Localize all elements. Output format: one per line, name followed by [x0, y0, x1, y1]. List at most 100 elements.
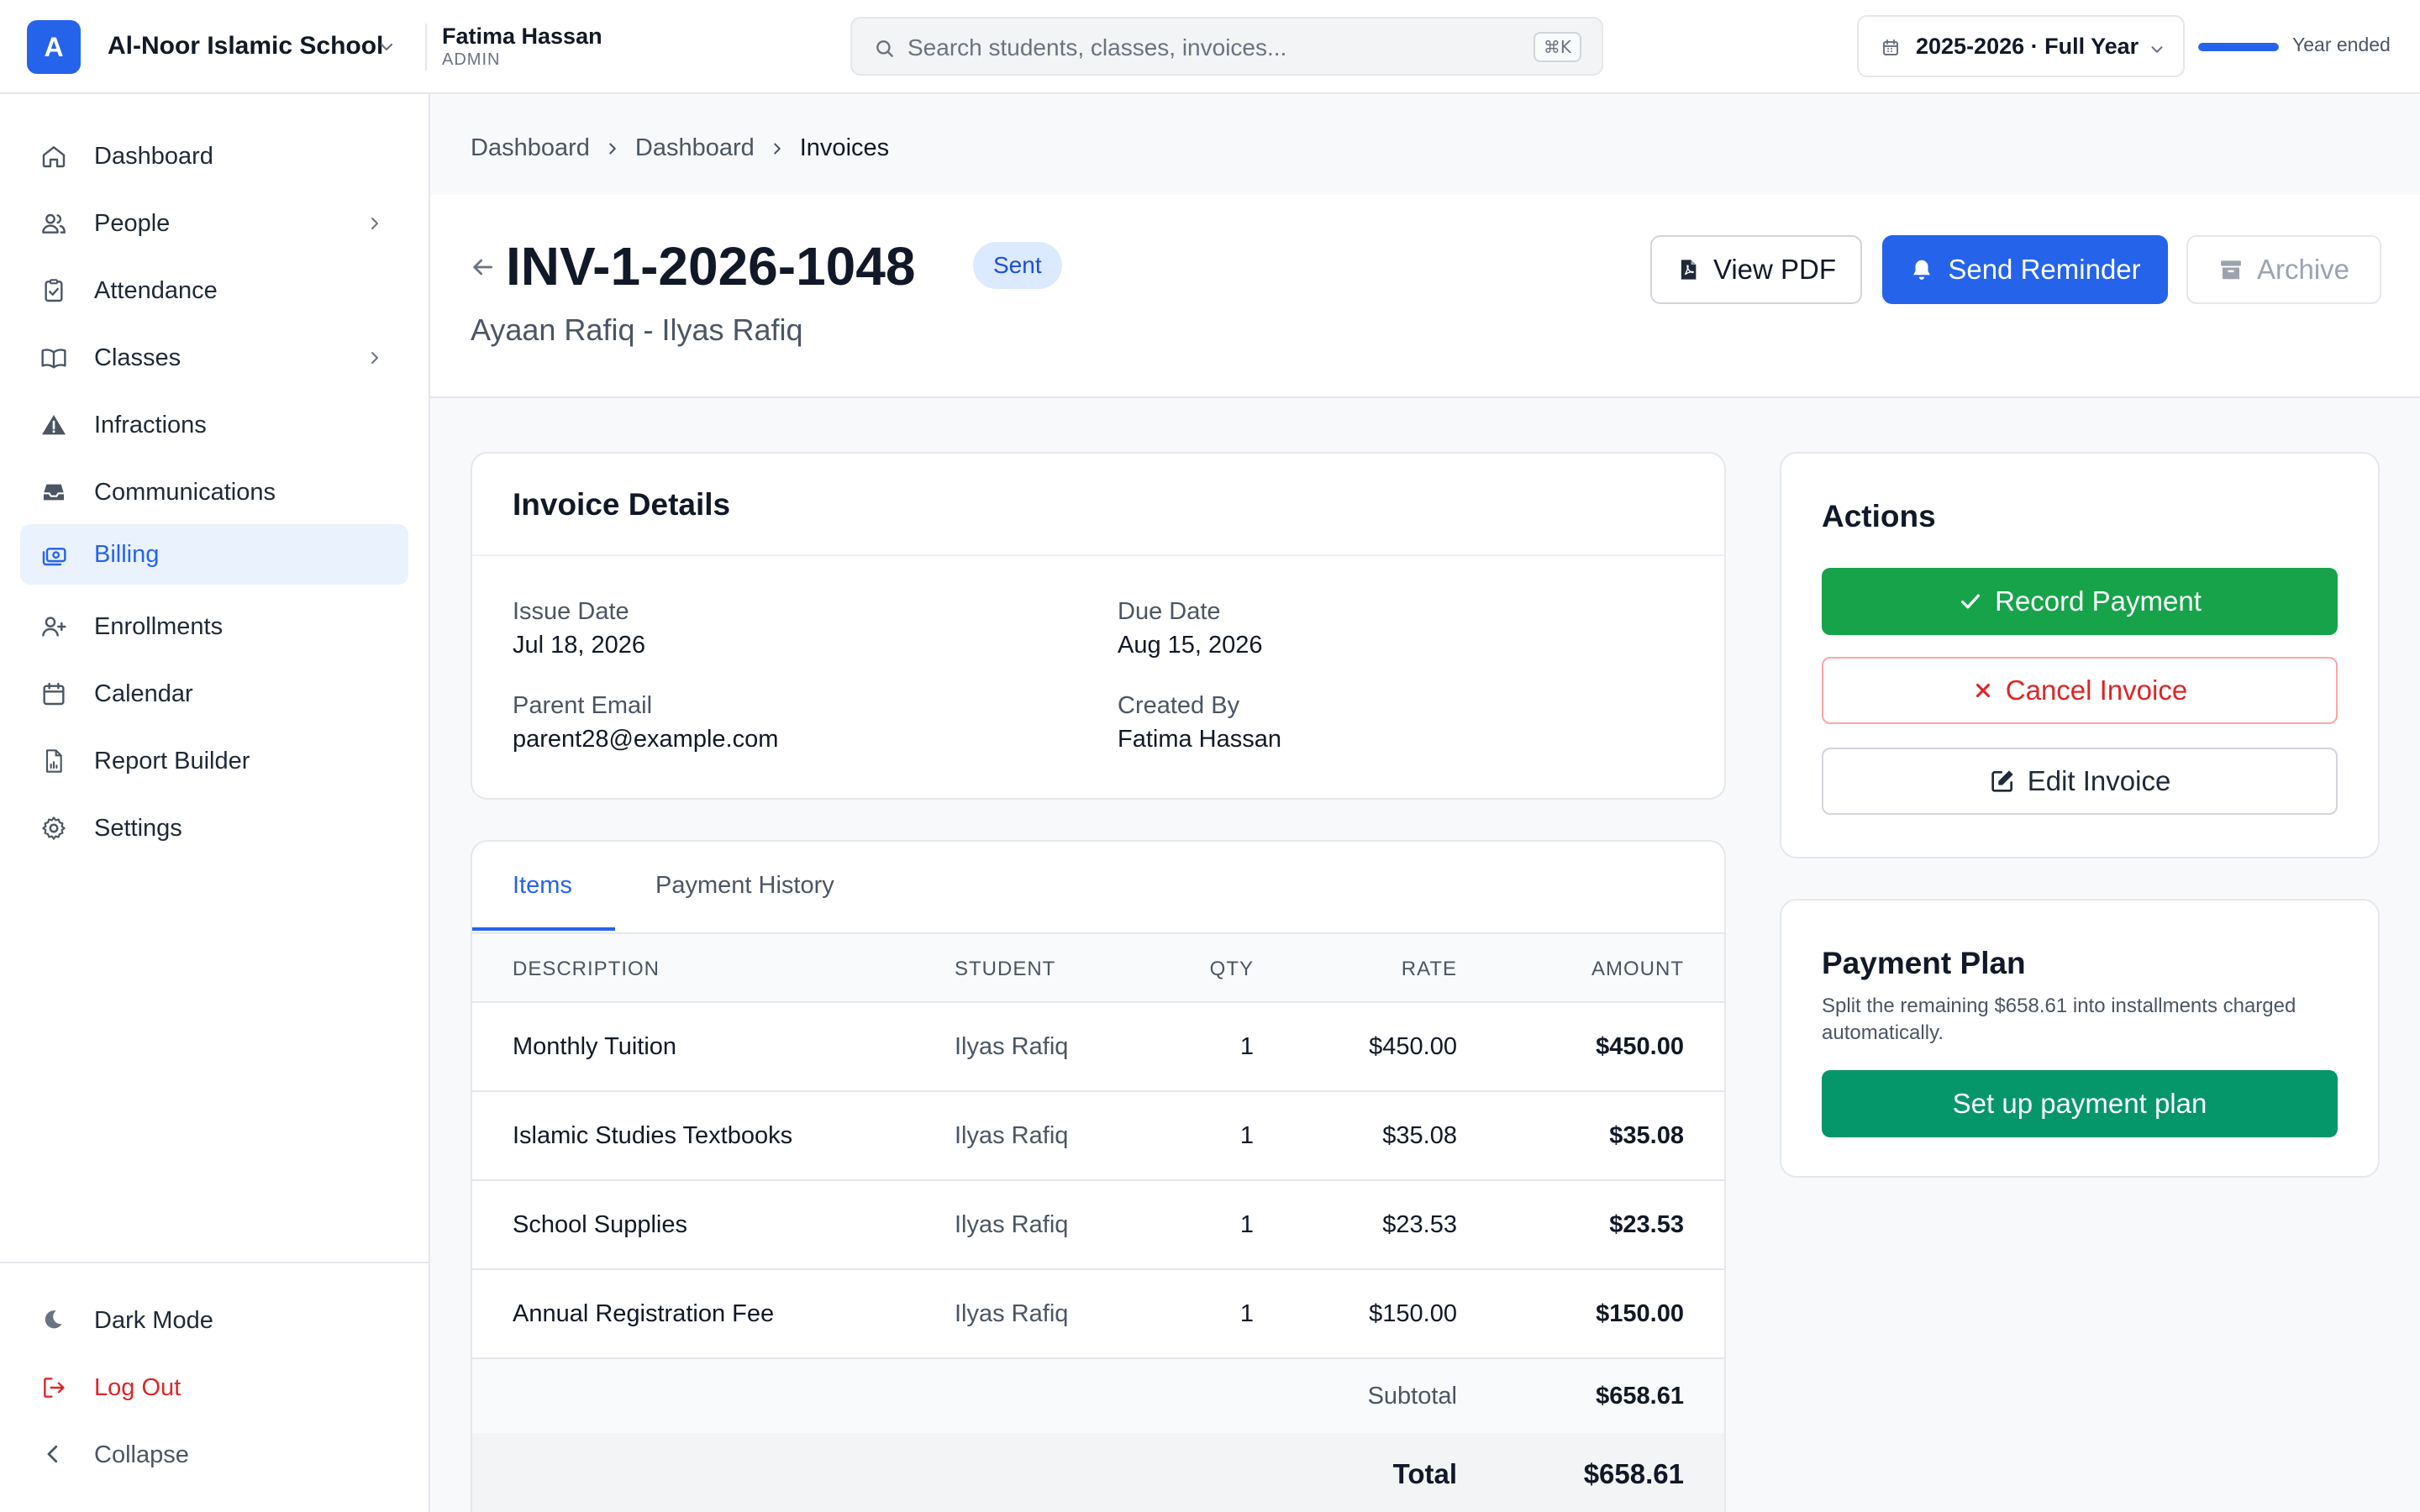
sidebar-item-label: Classes — [94, 344, 182, 371]
sidebar-item-people[interactable]: People — [20, 193, 408, 254]
check-icon — [1958, 589, 1983, 614]
sidebar-item-billing[interactable]: Billing — [20, 524, 408, 585]
search-placeholder: Search students, classes, invoices... — [908, 34, 1287, 60]
view-pdf-label: View PDF — [1712, 254, 1837, 285]
sidebar-item-label: Calendar — [94, 680, 193, 707]
sidebar-item-label: Enrollments — [94, 613, 224, 640]
divider — [472, 554, 1724, 556]
school-logo[interactable]: A — [27, 20, 81, 74]
global-search-input[interactable]: Search students, classes, invoices... ⌘K — [850, 17, 1603, 76]
users-icon — [40, 210, 67, 237]
chevron-right-icon — [365, 348, 385, 368]
school-switcher[interactable]: Al-Noor Islamic School — [108, 32, 383, 60]
table-row: School Supplies Ilyas Rafiq 1 $23.53 $23… — [472, 1181, 1724, 1270]
calendar-icon — [1881, 38, 1901, 58]
item-amount: $35.08 — [1609, 1122, 1684, 1149]
sidebar-item-label: Report Builder — [94, 748, 250, 774]
breadcrumb-link[interactable]: Dashboard — [471, 134, 590, 162]
log-out-button[interactable]: Log Out — [20, 1357, 408, 1418]
sidebar-item-label: Billing — [94, 541, 160, 568]
column-header: STUDENT — [955, 958, 1056, 980]
item-student: Ilyas Rafiq — [955, 1122, 1069, 1149]
item-description: Monthly Tuition — [513, 1033, 677, 1060]
cancel-invoice-label: Cancel Invoice — [2005, 675, 2188, 706]
page-title: INV-1-2026-1048 — [506, 236, 916, 297]
sidebar: Dashboard People Attendance Classes Infr… — [0, 94, 430, 1512]
sidebar-item-dashboard[interactable]: Dashboard — [20, 126, 408, 186]
total-row: Total $658.61 — [472, 1433, 1724, 1512]
sidebar-item-label: Communications — [94, 479, 276, 506]
cancel-invoice-button[interactable]: Cancel Invoice — [1822, 657, 2338, 724]
item-student: Ilyas Rafiq — [955, 1300, 1069, 1327]
issue-date-label: Issue Date — [513, 598, 629, 625]
record-payment-button[interactable]: Record Payment — [1822, 568, 2338, 635]
invoice-header: INV-1-2026-1048 Sent Ayaan Rafiq - Ilyas… — [430, 195, 2420, 398]
actions-card: Actions Record Payment Cancel Invoice Ed… — [1780, 452, 2380, 858]
school-year-select[interactable]: 2025-2026 · Full Year — [1857, 15, 2185, 77]
item-qty: 1 — [1239, 1211, 1254, 1238]
item-description: Annual Registration Fee — [513, 1300, 775, 1327]
archive-icon — [2218, 257, 2244, 282]
item-amount: $23.53 — [1609, 1211, 1684, 1238]
sidebar-item-label: Attendance — [94, 277, 218, 304]
dark-mode-toggle[interactable]: Dark Mode — [20, 1290, 408, 1351]
calendar-icon — [40, 680, 67, 707]
invoice-details-card: Invoice Details Issue Date Jul 18, 2026 … — [471, 452, 1726, 800]
total-value: $658.61 — [1583, 1458, 1684, 1489]
table-header: DESCRIPTION STUDENT QTY RATE AMOUNT — [472, 932, 1724, 1003]
log-out-icon — [40, 1374, 67, 1401]
view-pdf-button[interactable]: View PDF — [1650, 235, 1862, 304]
item-student: Ilyas Rafiq — [955, 1033, 1069, 1060]
status-badge: Sent — [973, 242, 1062, 289]
collapse-sidebar-button[interactable]: Collapse — [20, 1425, 408, 1485]
item-rate: $23.53 — [1382, 1211, 1457, 1238]
total-label: Total — [1392, 1458, 1457, 1489]
item-description: Islamic Studies Textbooks — [513, 1122, 793, 1149]
inbox-icon — [40, 479, 67, 506]
send-reminder-button[interactable]: Send Reminder — [1882, 235, 2168, 304]
breadcrumb-link[interactable]: Dashboard — [635, 134, 755, 162]
item-qty: 1 — [1239, 1033, 1254, 1060]
edit-invoice-button[interactable]: Edit Invoice — [1822, 748, 2338, 815]
divider — [425, 24, 427, 71]
tab-payment-history[interactable]: Payment History — [655, 872, 834, 900]
school-year-label: 2025-2026 · Full Year — [1916, 34, 2139, 59]
sidebar-item-label: Infractions — [94, 412, 207, 438]
sidebar-item-report-builder[interactable]: Report Builder — [20, 731, 408, 791]
created-by-value: Fatima Hassan — [1118, 726, 1282, 753]
column-header: AMOUNT — [1591, 958, 1684, 980]
issue-date-value: Jul 18, 2026 — [513, 632, 646, 659]
invoice-items-card: Items Payment History DESCRIPTION STUDEN… — [471, 840, 1726, 1512]
subtotal-row: Subtotal $658.61 — [472, 1359, 1724, 1433]
sidebar-item-settings[interactable]: Settings — [20, 798, 408, 858]
invoice-subtitle: Ayaan Rafiq - Ilyas Rafiq — [471, 312, 803, 347]
card-title: Payment Plan — [1822, 946, 2026, 980]
column-header: DESCRIPTION — [513, 958, 660, 980]
year-progress-fill — [2198, 43, 2279, 51]
chevron-right-icon — [603, 139, 622, 158]
parent-email-value: parent28@example.com — [513, 726, 779, 753]
set-up-payment-plan-button[interactable]: Set up payment plan — [1822, 1070, 2338, 1137]
breadcrumb-current: Invoices — [799, 134, 890, 161]
archive-label: Archive — [2256, 254, 2350, 285]
year-status-text: Year ended — [2292, 34, 2391, 55]
record-payment-label: Record Payment — [1995, 585, 2202, 617]
sidebar-item-attendance[interactable]: Attendance — [20, 260, 408, 321]
arrow-left-icon[interactable] — [469, 254, 496, 281]
search-shortcut-badge: ⌘K — [1533, 32, 1581, 62]
chevron-down-icon[interactable] — [376, 37, 397, 57]
current-user-role: ADMIN — [442, 50, 501, 69]
sidebar-item-classes[interactable]: Classes — [20, 328, 408, 388]
year-progress-bar — [2198, 43, 2279, 51]
sidebar-item-calendar[interactable]: Calendar — [20, 664, 408, 724]
subtotal-label: Subtotal — [1367, 1383, 1457, 1410]
sidebar-item-infractions[interactable]: Infractions — [20, 395, 408, 455]
sidebar-item-enrollments[interactable]: Enrollments — [20, 596, 408, 657]
sidebar-item-label: People — [94, 210, 171, 237]
item-rate: $150.00 — [1369, 1300, 1457, 1327]
tab-items[interactable]: Items — [513, 872, 572, 900]
sidebar-item-communications[interactable]: Communications — [20, 462, 408, 522]
archive-button[interactable]: Archive — [2186, 235, 2381, 304]
payment-plan-description: Split the remaining $658.61 into install… — [1822, 995, 2296, 1044]
table-row: Islamic Studies Textbooks Ilyas Rafiq 1 … — [472, 1092, 1724, 1181]
